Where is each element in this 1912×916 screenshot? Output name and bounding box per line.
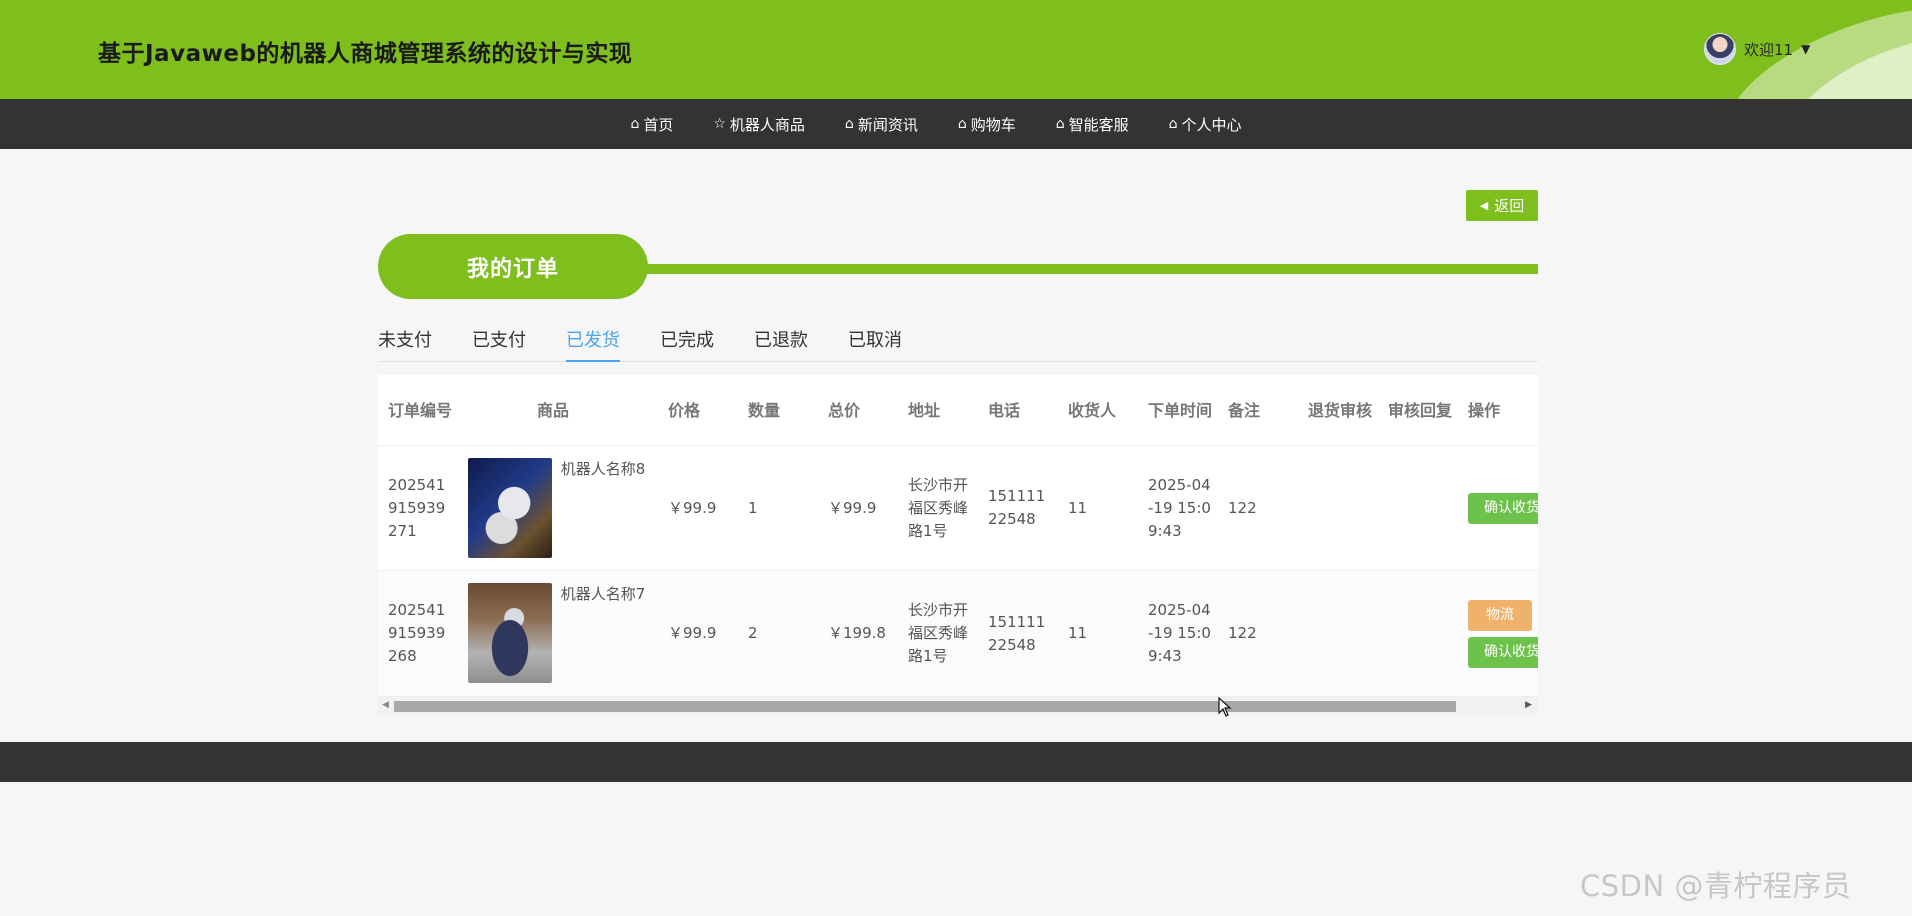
goods-thumbnail[interactable] [468,458,552,558]
site-footer [0,742,1912,782]
scroll-left-icon[interactable]: ◀ [382,700,389,710]
nav-item-label: 购物车 [970,115,1016,134]
order-status-tabs: 未支付 已支付 已发货 已完成 已退款 已取消 [378,326,1538,362]
nav-item-news[interactable]: ⌂ 新闻资讯 [845,114,918,135]
confirm-receipt-button[interactable]: 确认收货 [1468,636,1538,668]
watermark: CSDN @青柠程序员 [1580,869,1852,903]
total-price: ￥99.9 [828,498,877,517]
scrollbar-thumb[interactable] [394,701,1456,712]
goods-name: 机器人名称8 [560,460,646,478]
address: 长沙市开福区秀峰路1号 [908,601,969,665]
row-actions: 物流 确认收货 [1468,571,1538,696]
back-button[interactable]: ◀ 返回 [1466,190,1538,221]
refund-review [1308,571,1372,696]
section-title-pill: 我的订单 [378,234,648,299]
col-header-refund-review: 退货审核 [1308,400,1373,420]
total-price: ￥199.8 [828,624,886,642]
caret-down-icon[interactable]: ▼ [1801,42,1810,56]
home-icon: ⌂ [957,116,967,132]
mouse-cursor-icon [1218,697,1232,717]
table-row: 202541915939271 机器人名称8 ￥99.9 1 ￥99.9 长沙市… [378,446,1538,571]
order-time: 2025-04-19 15:09:43 [1148,601,1211,665]
site-header: 基于Javaweb的机器人商城管理系统的设计与实现 欢迎11 ▼ [0,0,1912,99]
col-header-order-time: 下单时间 [1148,400,1213,420]
order-no: 202541915939271 [388,475,446,540]
col-header-note: 备注 [1228,400,1261,420]
col-header-total: 总价 [828,400,861,420]
col-header-address: 地址 [908,400,941,420]
home-icon: ⌂ [1168,116,1178,132]
tab-completed[interactable]: 已完成 [660,326,714,362]
price: ￥99.9 [668,498,717,517]
quantity: 2 [748,624,758,642]
review-reply [1388,446,1452,570]
nav-item-home[interactable]: ⌂ 首页 [630,114,673,135]
tab-unpaid[interactable]: 未支付 [378,326,432,362]
section-title: 我的订单 [466,256,559,282]
col-header-goods: 商品 [536,400,569,420]
logistics-button[interactable]: 物流 [1468,599,1532,631]
quantity: 1 [748,498,758,517]
receiver: 11 [1068,624,1088,642]
home-icon: ⌂ [630,116,640,132]
note: 122 [1228,498,1257,517]
col-header-review-reply: 审核回复 [1388,400,1453,420]
section-divider [640,264,1538,274]
caret-left-icon: ◀ [1479,199,1489,212]
goods-name: 机器人名称7 [560,585,646,603]
table-row: 202541915939268 机器人名称7 ￥99.9 2 ￥199.8 长沙… [378,571,1538,697]
col-header-receiver: 收货人 [1068,400,1117,420]
scroll-right-icon[interactable]: ▶ [1525,700,1532,710]
col-header-ops: 操作 [1468,375,1538,445]
price: ￥99.9 [668,624,717,642]
nav-item-label: 智能客服 [1068,115,1129,134]
avatar[interactable] [1704,33,1736,65]
star-icon: ☆ [713,116,726,132]
nav-item-cart[interactable]: ⌂ 购物车 [958,114,1016,135]
col-header-price: 价格 [668,400,701,420]
confirm-receipt-button[interactable]: 确认收货 [1468,492,1538,524]
nav-item-profile[interactable]: ⌂ 个人中心 [1169,114,1242,135]
receiver: 11 [1068,498,1088,517]
user-menu[interactable]: 欢迎11 ▼ [1704,33,1810,65]
phone: 15111122548 [988,612,1046,654]
tab-shipped[interactable]: 已发货 [566,326,620,362]
col-header-phone: 电话 [988,400,1021,420]
nav-item-label: 机器人商品 [729,115,805,134]
tab-cancelled[interactable]: 已取消 [848,326,902,362]
col-header-qty: 数量 [748,400,781,420]
nav-item-service[interactable]: ⌂ 智能客服 [1056,114,1129,135]
welcome-text[interactable]: 欢迎11 [1744,39,1793,60]
orders-table: 订单编号 商品 价格 数量 总价 地址 电话 收货人 下单时间 备注 退货审核 … [378,375,1538,715]
table-header-row: 订单编号 商品 价格 数量 总价 地址 电话 收货人 下单时间 备注 退货审核 … [378,375,1538,446]
col-header-ops-label: 操作 [1468,400,1501,420]
order-no: 202541915939268 [388,601,446,665]
nav-item-robot-goods[interactable]: ☆ 机器人商品 [713,114,805,135]
address: 长沙市开福区秀峰路1号 [908,475,969,540]
phone: 15111122548 [988,487,1046,528]
back-button-label: 返回 [1494,197,1525,215]
note: 122 [1228,624,1257,642]
site-title: 基于Javaweb的机器人商城管理系统的设计与实现 [98,41,633,67]
nav-item-label: 首页 [643,115,674,134]
horizontal-scrollbar[interactable]: ◀ ▶ [378,697,1538,715]
nav-item-label: 个人中心 [1181,115,1242,134]
tab-refunded[interactable]: 已退款 [754,326,808,362]
refund-review [1308,446,1372,570]
order-time: 2025-04-19 15:09:43 [1148,475,1211,540]
home-icon: ⌂ [1055,116,1065,132]
col-header-order-no: 订单编号 [388,400,453,420]
row-actions: 确认收货 [1468,446,1538,570]
review-reply [1388,571,1452,696]
bag-icon: ⌂ [844,116,854,132]
goods-thumbnail[interactable] [468,583,552,683]
tab-paid[interactable]: 已支付 [472,326,526,362]
main-nav: ⌂ 首页 ☆ 机器人商品 ⌂ 新闻资讯 ⌂ 购物车 ⌂ 智能客服 ⌂ 个人中心 [0,99,1912,149]
nav-item-label: 新闻资讯 [857,115,918,134]
